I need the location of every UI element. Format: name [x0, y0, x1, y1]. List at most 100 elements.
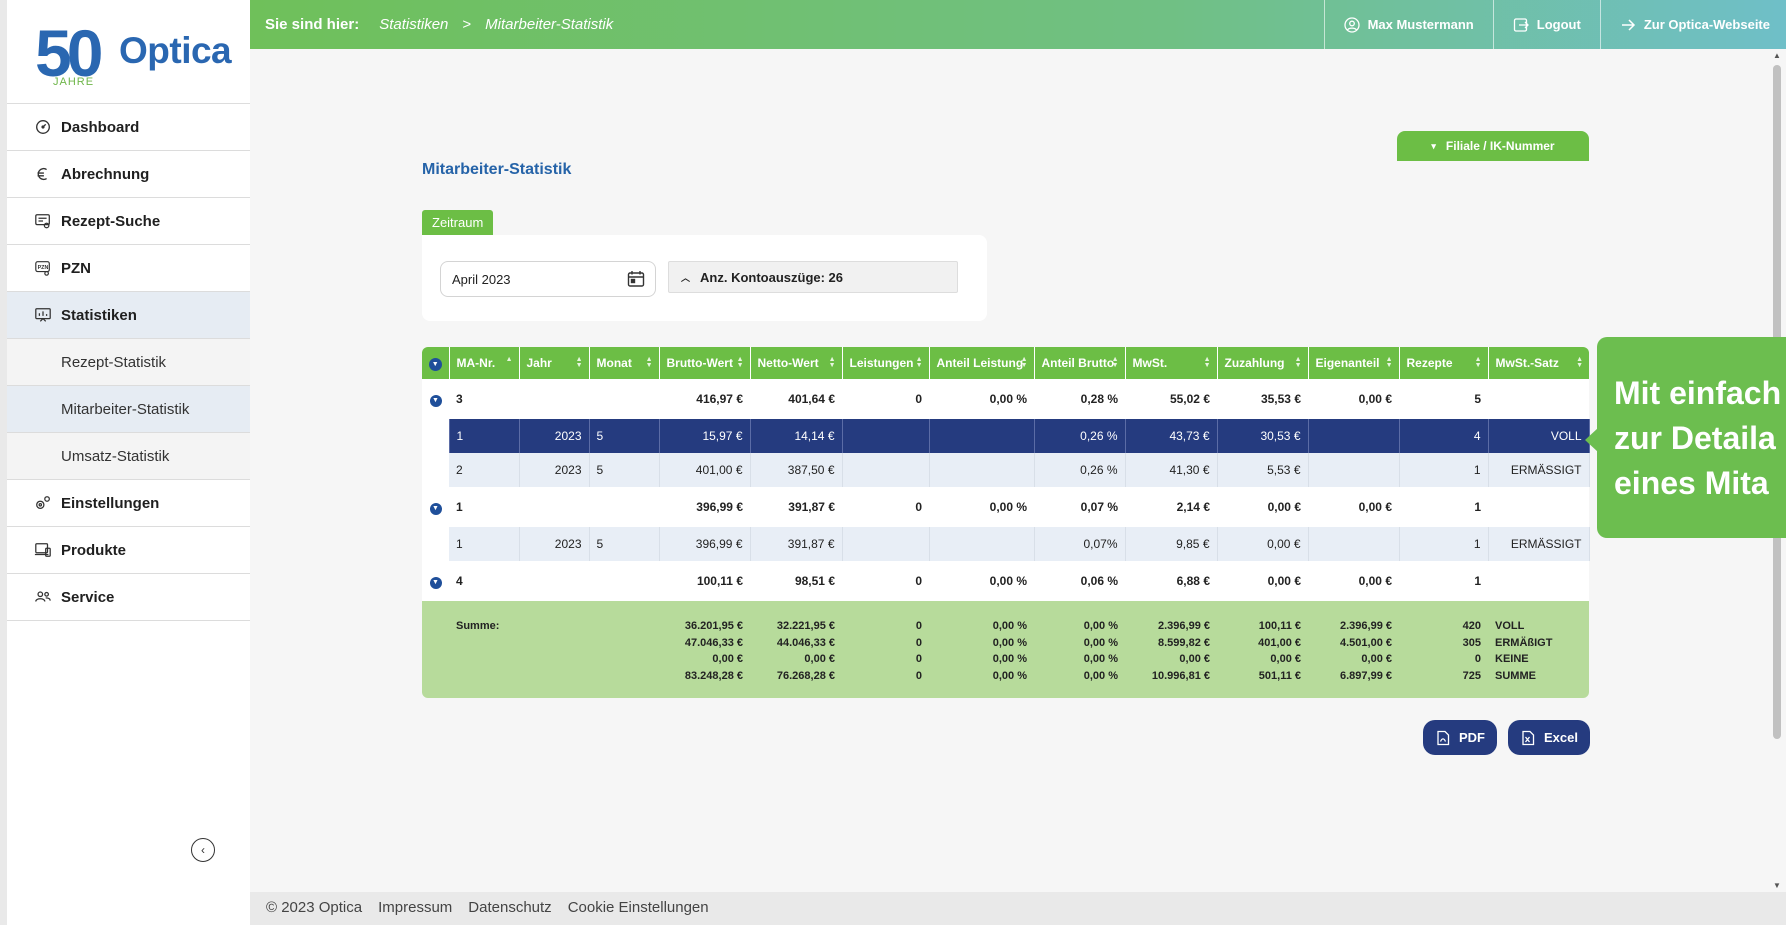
sidebar-item-label: Rezept-Suche [61, 212, 161, 230]
table-cell: 1 [1399, 527, 1489, 561]
column-header[interactable]: MA-Nr. ▲ [449, 347, 520, 379]
table-cell: 391,87 € [750, 527, 843, 561]
user-profile-button[interactable]: Max Mustermann [1323, 0, 1493, 49]
website-link[interactable]: Zur Optica-Webseite [1599, 0, 1786, 49]
column-header[interactable]: Zuzahlung ▲ ▼ [1217, 347, 1309, 379]
expand-all-header[interactable]: ▼ [422, 347, 450, 379]
column-header[interactable]: Eigenanteil ▲ ▼ [1308, 347, 1400, 379]
chevron-down-icon[interactable]: ▼ [429, 394, 442, 407]
sidebar-subitem-umsatz-statistik[interactable]: Umsatz-Statistik [7, 433, 250, 480]
row-expander-cell [422, 527, 449, 561]
table-cell: ERMÄSSIGT [1488, 453, 1590, 487]
table-cell: 15,97 € [659, 419, 751, 453]
kontoauszuege-label: Anz. Kontoauszüge: 26 [700, 269, 844, 285]
footer-link-datenschutz[interactable]: Datenschutz [468, 899, 551, 916]
table-cell: 0,28 % [1034, 379, 1125, 419]
sort-icon: ▲ ▼ [1385, 356, 1393, 369]
footer-link-impressum[interactable]: Impressum [378, 899, 452, 916]
sidebar-item-service[interactable]: Service [7, 574, 250, 621]
sum-value: 0 [915, 636, 922, 649]
calendar-icon[interactable] [627, 270, 645, 288]
table-cell: 1 [1399, 453, 1489, 487]
column-header[interactable]: Monat ▲ ▼ [589, 347, 660, 379]
filiale-label: Filiale / IK-Nummer [1445, 139, 1555, 153]
table-cell: 35,53 € [1217, 379, 1308, 419]
column-header[interactable]: Brutto-Wert ▲ ▼ [659, 347, 751, 379]
column-header[interactable]: Anteil Leistung ▲ ▼ [929, 347, 1035, 379]
month-picker-input[interactable]: April 2023 [440, 261, 656, 297]
sidebar-item-pzn[interactable]: PZN PZN [7, 245, 250, 292]
table-cell: VOLL [1488, 419, 1590, 453]
sum-value: 44.046,33 € [776, 636, 835, 649]
column-header[interactable]: MwSt. ▲ ▼ [1125, 347, 1218, 379]
export-pdf-button[interactable]: PDF [1423, 720, 1497, 755]
sidebar-item-rezept-suche[interactable]: Rezept-Suche [7, 198, 250, 245]
sidebar-subitem-mitarbeiter-statistik[interactable]: Mitarbeiter-Statistik [7, 386, 250, 433]
chevron-up-icon: ︿ [681, 272, 691, 283]
logo-brand: Optica [119, 30, 232, 71]
chevron-down-icon[interactable]: ▼ [429, 502, 442, 515]
breadcrumb-mitarbeiter-statistik[interactable]: Mitarbeiter-Statistik [485, 16, 613, 33]
filiale-ik-button[interactable]: ▾ Filiale / IK-Nummer [1397, 131, 1589, 161]
sum-anteil_leistung: 0,00 % 0,00 % 0,00 % 0,00 % [929, 601, 1034, 698]
table-cell [519, 487, 589, 527]
euro-icon [33, 164, 53, 184]
sidebar-item-einstellungen[interactable]: Einstellungen [7, 480, 250, 527]
sum-zuzahlung: 100,11 € 401,00 € 0,00 € 501,11 € [1217, 601, 1308, 698]
sum-value: 0 [915, 669, 922, 682]
column-header[interactable]: Jahr ▲ ▼ [519, 347, 590, 379]
column-header[interactable]: Leistungen ▲ ▼ [842, 347, 930, 379]
sidebar-item-abrechnung[interactable]: Abrechnung [7, 151, 250, 198]
collapse-sidebar-button[interactable]: ‹ [191, 838, 215, 862]
zeitraum-tab[interactable]: Zeitraum [422, 210, 494, 235]
sidebar-item-dashboard[interactable]: Dashboard [7, 104, 250, 151]
column-header[interactable]: Rezepte ▲ ▼ [1399, 347, 1489, 379]
table-cell: 0,00 € [1217, 561, 1308, 601]
table-cell: 2023 [519, 527, 590, 561]
group-row[interactable]: ▼ 1 396,99 €391,87 €0 0,00 % 0,07 % 2,14 €0,0… [422, 487, 1589, 527]
column-header[interactable]: Anteil Brutto ▲ ▼ [1034, 347, 1126, 379]
row-expander-cell[interactable]: ▼ [422, 487, 449, 527]
optica-logo[interactable]: 50 JAHRE Optica [7, 0, 250, 104]
copyright: © 2023 Optica [266, 899, 363, 916]
scroll-up-icon[interactable]: ▲ [1773, 51, 1781, 60]
logout-button[interactable]: Logout [1492, 0, 1600, 49]
table-row[interactable]: 1 2023 5 396,99 €391,87 €0,07% 9,85 €0,00 €1… [422, 527, 1590, 561]
table-cell: 1 [449, 419, 520, 453]
chevron-left-icon: ‹ [201, 843, 205, 857]
table-cell: ERMÄSSIGT [1488, 527, 1590, 561]
footer-link-cookie[interactable]: Cookie Einstellungen [568, 899, 709, 916]
sort-icon: ▲ ▼ [1294, 356, 1302, 369]
group-row[interactable]: ▼ 4 100,11 €98,51 €0 0,00 % 0,06 % 6,88 €0,00… [422, 561, 1589, 601]
svg-text:PZN: PZN [38, 265, 49, 271]
sum-value: ERMÄßIGT [1495, 636, 1553, 649]
table-cell: 41,30 € [1125, 453, 1218, 487]
sum-label: Summe: [449, 601, 519, 698]
sum-leistungen: 0 0 0 0 [842, 601, 929, 698]
group-row[interactable]: ▼ 3 416,97 €401,64 €0 0,00 % 0,28 % 55,02 €35… [422, 379, 1589, 419]
table-row[interactable]: 1 2023 5 15,97 €14,14 € 0,26 % 43,73 €30,53 €… [422, 419, 1590, 453]
chevron-down-icon[interactable]: ▼ [429, 576, 442, 589]
table-cell: 1 [449, 527, 520, 561]
row-expander-cell[interactable]: ▼ [422, 561, 449, 601]
sidebar-subitem-rezept-statistik[interactable]: Rezept-Statistik [7, 339, 250, 386]
table-cell: 0 [842, 487, 929, 527]
table-cell: 4 [1399, 419, 1489, 453]
row-expander-cell[interactable]: ▼ [422, 379, 449, 419]
sum-value: 32.221,95 € [776, 620, 835, 632]
scroll-down-icon[interactable]: ▼ [1773, 881, 1781, 890]
table-row[interactable]: 2 2023 5 401,00 €387,50 € 0,26 % 41,30 €5,53 … [422, 453, 1590, 487]
column-header[interactable]: MwSt.-Satz ▲ ▼ [1488, 347, 1589, 379]
column-header[interactable]: Netto-Wert ▲ ▼ [750, 347, 843, 379]
sum-value: 100,11 € [1258, 620, 1301, 632]
statistics-table: ▼ MA-Nr. ▲ Jahr ▲ ▼ Monat ▲ ▼ Brutto-Wert ▲ ▼ N… [422, 347, 1590, 698]
breadcrumb-separator: > [462, 16, 472, 33]
kontoauszuege-toggle[interactable]: ︿ Anz. Kontoauszüge: 26 [668, 261, 958, 293]
breadcrumb-statistiken[interactable]: Statistiken [379, 16, 448, 33]
export-excel-button[interactable]: Excel [1508, 720, 1590, 755]
arrow-right-icon [1621, 18, 1635, 31]
sidebar-item-statistiken[interactable]: Statistiken [7, 292, 250, 339]
sidebar-item-produkte[interactable]: Produkte [7, 527, 250, 574]
table-cell: 2023 [519, 453, 590, 487]
table-cell: 401,64 € [750, 379, 842, 419]
